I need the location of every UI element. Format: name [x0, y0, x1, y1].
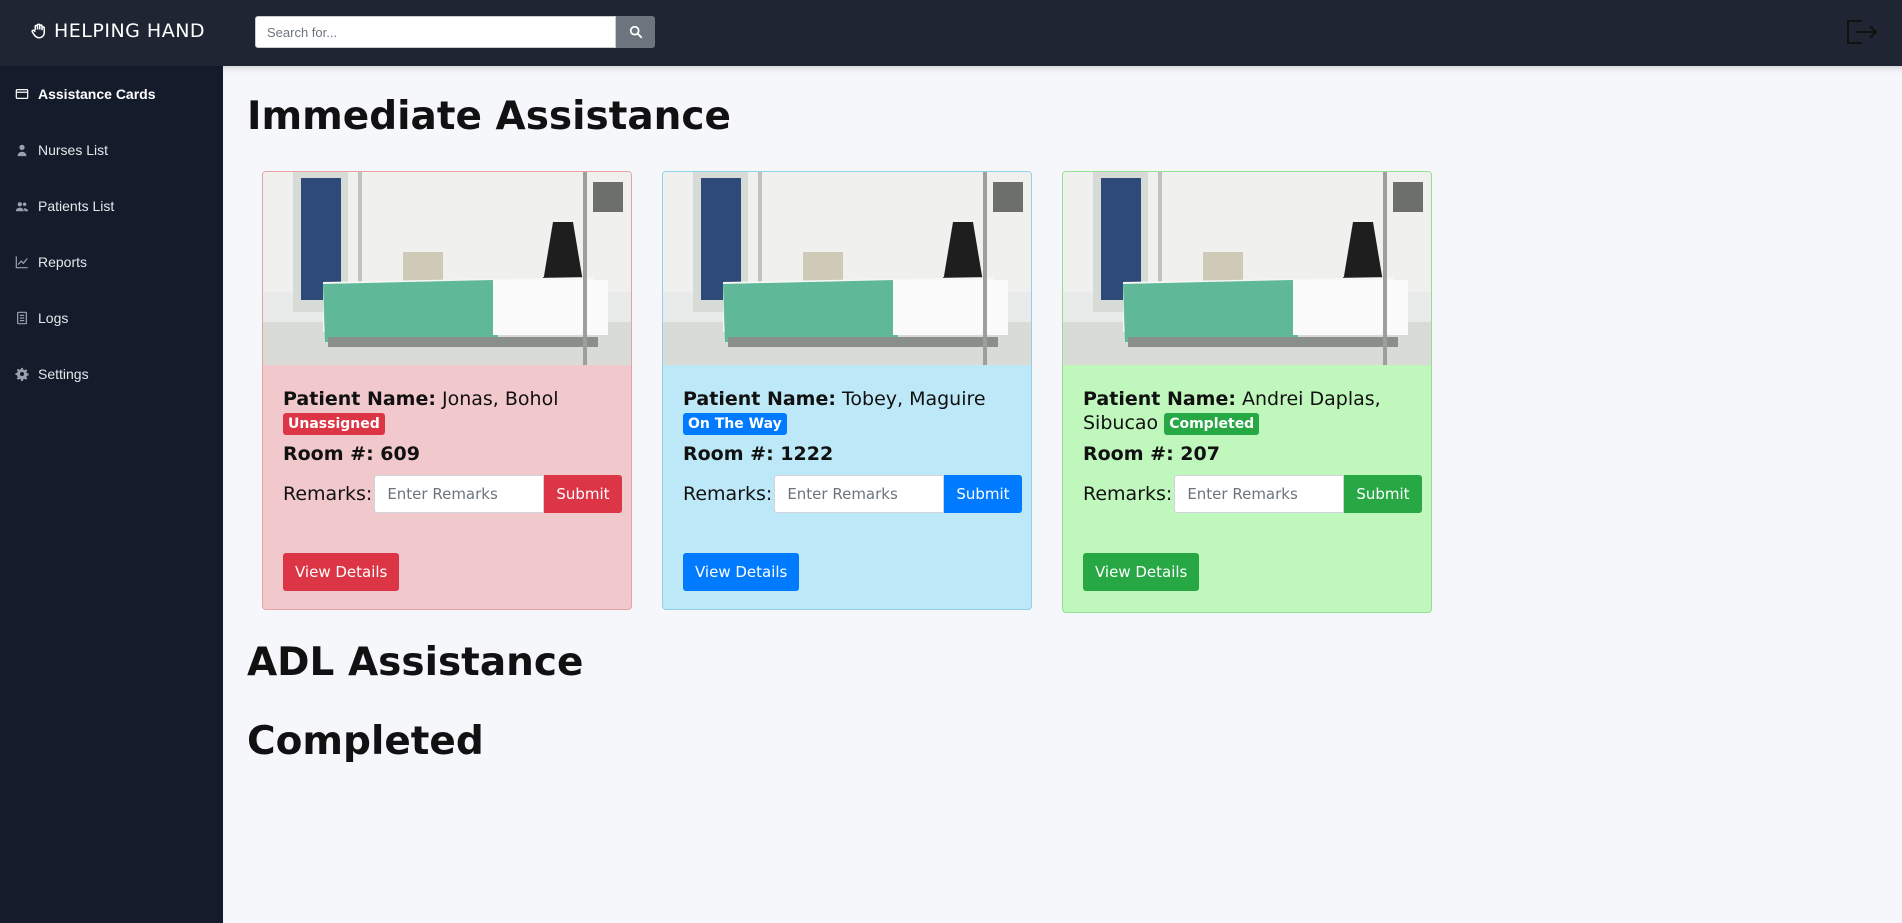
section-title-completed: Completed — [247, 719, 484, 764]
brand-logo[interactable]: HELPING HAND — [30, 20, 205, 42]
sidebar-item-reports[interactable]: Reports — [0, 234, 223, 290]
sidebar-item-label: Nurses List — [38, 142, 109, 158]
hospital-room-image — [263, 172, 631, 365]
sidebar-item-assistance-cards[interactable]: Assistance Cards — [0, 66, 223, 122]
patient-name-line: Patient Name: Andrei Daplas, Sibucao Com… — [1083, 387, 1411, 435]
remarks-input[interactable] — [1174, 475, 1345, 513]
sidebar: Assistance Cards Nurses List Patients Li… — [0, 66, 223, 923]
patient-name-label: Patient Name: — [683, 388, 836, 410]
room-image — [663, 172, 1031, 365]
room-label: Room #: — [283, 443, 374, 465]
remarks-row: Remarks: Submit — [1083, 475, 1422, 513]
hand-icon — [31, 23, 45, 39]
sidebar-item-patients-list[interactable]: Patients List — [0, 178, 223, 234]
sidebar-item-logs[interactable]: Logs — [0, 290, 223, 346]
remarks-label: Remarks: — [683, 483, 773, 505]
patient-name-label: Patient Name: — [283, 388, 436, 410]
submit-button[interactable]: Submit — [544, 475, 622, 513]
submit-button[interactable]: Submit — [1344, 475, 1422, 513]
remarks-row: Remarks: Submit — [683, 475, 1022, 513]
sidebar-item-label: Reports — [38, 254, 88, 270]
remarks-label: Remarks: — [1083, 483, 1173, 505]
sidebar-item-label: Assistance Cards — [38, 86, 156, 102]
patient-name: Jonas, Bohol — [442, 388, 559, 410]
sidebar-item-label: Settings — [38, 366, 89, 382]
room-number-line: Room #: 207 — [1083, 443, 1411, 465]
view-details-button[interactable]: View Details — [683, 553, 800, 591]
sidebar-item-label: Logs — [38, 310, 69, 326]
chart-icon — [15, 256, 28, 269]
sidebar-item-nurses-list[interactable]: Nurses List — [0, 122, 223, 178]
room-label: Room #: — [683, 443, 774, 465]
hospital-room-image — [663, 172, 1031, 365]
logout-icon[interactable] — [1844, 17, 1878, 47]
status-badge: On The Way — [683, 412, 787, 435]
room-number-line: Room #: 609 — [283, 443, 611, 465]
room-number-line: Room #: 1222 — [683, 443, 1011, 465]
view-details-button[interactable]: View Details — [283, 553, 400, 591]
room-label: Room #: — [1083, 443, 1174, 465]
search-button[interactable] — [616, 16, 655, 48]
room-number: 1222 — [780, 443, 834, 465]
nurse-icon — [17, 144, 27, 157]
remarks-input[interactable] — [374, 475, 545, 513]
assistance-card: Patient Name: Tobey, Maguire On The Way … — [662, 171, 1032, 610]
room-image — [263, 172, 631, 365]
room-number: 609 — [380, 443, 420, 465]
status-badge: Completed — [1164, 412, 1260, 435]
patient-name-line: Patient Name: Jonas, Bohol Unassigned — [283, 387, 611, 435]
status-badge: Unassigned — [283, 412, 385, 435]
users-icon — [15, 202, 29, 212]
card-icon — [15, 89, 29, 99]
assistance-card: Patient Name: Jonas, Bohol Unassigned Ro… — [262, 171, 632, 610]
log-icon — [17, 311, 27, 325]
room-number: 207 — [1180, 443, 1220, 465]
section-title-adl: ADL Assistance — [247, 640, 584, 685]
brand-name: HELPING HAND — [54, 20, 206, 42]
room-image — [1063, 172, 1431, 365]
patient-name-label: Patient Name: — [1083, 388, 1236, 410]
search-icon — [629, 25, 642, 39]
remarks-label: Remarks: — [283, 483, 373, 505]
view-details-button[interactable]: View Details — [1083, 553, 1200, 591]
search-input[interactable] — [255, 16, 616, 48]
patient-name-line: Patient Name: Tobey, Maguire On The Way — [683, 387, 1011, 435]
remarks-row: Remarks: Submit — [283, 475, 622, 513]
top-navbar: HELPING HAND — [0, 0, 1902, 66]
search-bar — [255, 16, 655, 48]
sidebar-item-label: Patients List — [38, 198, 115, 214]
sidebar-item-settings[interactable]: Settings — [0, 346, 223, 402]
submit-button[interactable]: Submit — [944, 475, 1022, 513]
main-content: Immediate Assistance Patient Name: Jonas… — [223, 66, 1902, 923]
gear-icon — [15, 367, 29, 381]
patient-name: Tobey, Maguire — [842, 388, 986, 410]
remarks-input[interactable] — [774, 475, 945, 513]
assistance-card: Patient Name: Andrei Daplas, Sibucao Com… — [1062, 171, 1432, 613]
hospital-room-image — [1063, 172, 1431, 365]
section-title-immediate: Immediate Assistance — [247, 94, 731, 139]
